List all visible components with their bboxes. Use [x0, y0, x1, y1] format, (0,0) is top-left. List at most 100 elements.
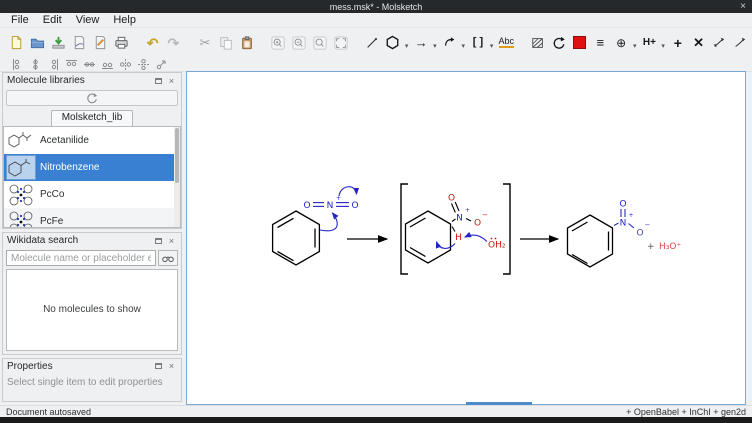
- hydrogen-dropdown-icon[interactable]: ▾: [661, 42, 665, 50]
- mechanism-arrow-dropdown-icon[interactable]: ▾: [462, 42, 466, 50]
- arrow-ch-bond-to-ring[interactable]: [437, 242, 456, 248]
- redo-icon[interactable]: ↷: [164, 33, 182, 53]
- save-icon[interactable]: [50, 33, 68, 53]
- tab-molsketch-lib[interactable]: Molsketch_lib: [51, 110, 134, 126]
- libraries-close-icon[interactable]: ×: [166, 75, 177, 86]
- molecule-name: Acetanilide: [40, 135, 89, 146]
- menu-help[interactable]: Help: [106, 13, 143, 28]
- svg-text:O: O: [474, 219, 481, 229]
- main-toolbar: ↶ ↷ ✂ ▾ → ▾ ▾ [ ] ▾ Abc ≡ ⊕ ▾ H+ ▾: [0, 28, 752, 57]
- brackets[interactable]: [401, 184, 510, 274]
- hydronium-ion[interactable]: H₃O⁺: [659, 242, 681, 252]
- color-swatch-icon[interactable]: [571, 33, 589, 53]
- list-item-pcfe[interactable]: PcFe: [4, 208, 180, 228]
- wikidata-close-icon[interactable]: ×: [166, 235, 177, 246]
- delete-tool-icon[interactable]: ✕: [690, 33, 708, 53]
- save-as-icon[interactable]: [70, 33, 88, 53]
- svg-text:+: +: [336, 195, 341, 202]
- menu-view[interactable]: View: [69, 13, 107, 28]
- line-width-icon[interactable]: ≡: [591, 33, 609, 53]
- rotate-item-icon[interactable]: [154, 58, 168, 70]
- text-tool-icon[interactable]: Abc: [497, 33, 515, 53]
- list-item-acetanilide[interactable]: Acetanilide: [4, 127, 180, 154]
- bracket-tool-icon[interactable]: [ ]: [469, 33, 487, 53]
- rotate-tool-icon[interactable]: [550, 33, 568, 53]
- align-left-icon[interactable]: [10, 58, 24, 70]
- benzene-reactant[interactable]: [273, 211, 320, 265]
- mechanism-arrow-tool-icon[interactable]: [441, 33, 459, 53]
- ring-tool-dropdown-icon[interactable]: ▾: [405, 42, 409, 50]
- drawing-canvas[interactable]: O N + O: [186, 71, 746, 405]
- svg-text:O: O: [351, 201, 358, 211]
- nitronium-ion[interactable]: O N + O: [303, 195, 358, 211]
- svg-text:−: −: [645, 221, 651, 229]
- hydrogen-tool-icon[interactable]: H+: [641, 33, 659, 53]
- intermediate-hydrogen[interactable]: H: [452, 227, 462, 244]
- optimize-molecule-icon[interactable]: [731, 33, 749, 53]
- cut-icon[interactable]: ✂: [196, 33, 214, 53]
- properties-dock-title: Properties: [7, 361, 151, 372]
- window-close-icon[interactable]: ×: [740, 0, 746, 13]
- intermediate-nitro-group[interactable]: N + O O −: [448, 194, 488, 229]
- wikidata-float-icon[interactable]: [153, 235, 164, 246]
- new-document-icon[interactable]: [8, 33, 26, 53]
- reaction-scheme: O N + O: [187, 72, 745, 404]
- arrow-benzene-to-nitronium[interactable]: [320, 213, 337, 231]
- menu-file[interactable]: File: [4, 13, 36, 28]
- copy-icon[interactable]: [217, 33, 235, 53]
- arrow-water-to-hydrogen[interactable]: [465, 235, 487, 242]
- properties-float-icon[interactable]: [153, 361, 164, 372]
- align-bottom-icon[interactable]: [100, 58, 114, 70]
- add-item-icon[interactable]: +: [669, 33, 687, 53]
- refresh-libraries-button[interactable]: [6, 90, 178, 106]
- bracket-dropdown-icon[interactable]: ▾: [490, 42, 494, 50]
- align-top-icon[interactable]: [64, 58, 78, 70]
- water-molecule[interactable]: OH₂: [488, 238, 506, 251]
- list-item-pcco[interactable]: PcCo: [4, 181, 180, 208]
- svg-text:OH₂: OH₂: [488, 241, 506, 251]
- export-document-icon[interactable]: [91, 33, 109, 53]
- align-vcenter-icon[interactable]: [28, 58, 42, 70]
- zoom-out-icon[interactable]: [290, 33, 308, 53]
- wikidata-search-dock: Wikidata search × No molecules to show: [2, 232, 182, 355]
- svg-text:N: N: [327, 201, 334, 211]
- molecule-thumbnail: [6, 155, 36, 180]
- properties-close-icon[interactable]: ×: [166, 361, 177, 372]
- wikidata-search-input[interactable]: [6, 250, 156, 266]
- selection-tool-icon[interactable]: [529, 33, 547, 53]
- sidebar: Molecule libraries × Molsketch_lib Aceta…: [0, 72, 184, 405]
- reaction-arrow-tool-icon[interactable]: →: [412, 33, 430, 53]
- arenium-ring[interactable]: [406, 211, 451, 263]
- nitrobenzene-product[interactable]: [568, 215, 613, 267]
- svg-text:N: N: [620, 219, 627, 229]
- charge-tool-icon[interactable]: ⊕: [612, 33, 630, 53]
- menu-edit[interactable]: Edit: [36, 13, 69, 28]
- product-nitro-group[interactable]: N + O O −: [614, 200, 651, 239]
- zoom-in-icon[interactable]: [269, 33, 287, 53]
- optimize-bonds-icon[interactable]: [711, 33, 729, 53]
- print-icon[interactable]: [112, 33, 130, 53]
- align-hcenter-icon[interactable]: [82, 58, 96, 70]
- flip-horizontal-icon[interactable]: [118, 58, 132, 70]
- reaction-arrow-dropdown-icon[interactable]: ▾: [433, 42, 437, 50]
- zoom-reset-icon[interactable]: [311, 33, 329, 53]
- molecule-thumbnail: [6, 128, 36, 153]
- plus-sign: +: [647, 242, 655, 252]
- zoom-fit-icon[interactable]: [332, 33, 350, 53]
- paste-icon[interactable]: [238, 33, 256, 53]
- arrow-no-bond-to-oxygen[interactable]: [339, 187, 357, 196]
- align-right-icon[interactable]: [46, 58, 60, 70]
- binoculars-icon: [162, 254, 174, 263]
- open-folder-icon[interactable]: [29, 33, 47, 53]
- ring-tool-icon[interactable]: [384, 33, 402, 53]
- libraries-float-icon[interactable]: [153, 75, 164, 86]
- list-item-nitrobenzene[interactable]: Nitrobenzene: [4, 154, 180, 181]
- wikidata-search-button[interactable]: [158, 250, 178, 266]
- wikidata-dock-header: Wikidata search ×: [3, 233, 181, 248]
- flip-vertical-icon[interactable]: [136, 58, 150, 70]
- charge-dropdown-icon[interactable]: ▾: [633, 42, 637, 50]
- svg-text:−: −: [482, 211, 488, 219]
- library-scrollbar[interactable]: [174, 127, 180, 227]
- undo-icon[interactable]: ↶: [144, 33, 162, 53]
- draw-bond-icon[interactable]: [363, 33, 381, 53]
